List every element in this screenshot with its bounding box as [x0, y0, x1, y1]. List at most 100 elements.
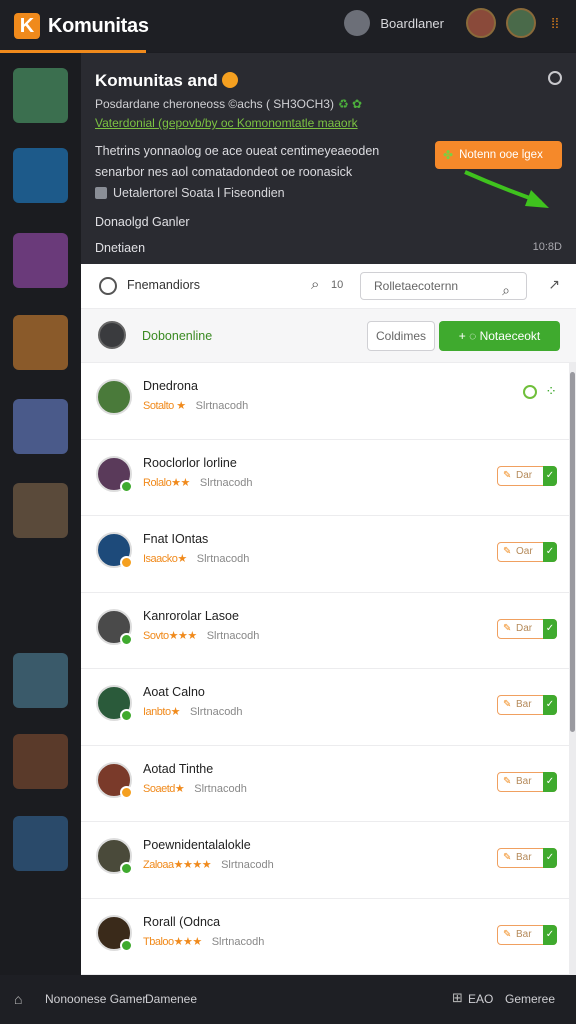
hero-footer-value: 10:8D [532, 241, 562, 253]
list-item[interactable]: Kanrorolar Lasoe Sovto★★★ Slrtnacodh ✎ Dar ✓ [81, 593, 569, 669]
check-icon[interactable]: ✓ [543, 771, 557, 792]
edit-button[interactable]: ✎ Dar ✓ [497, 618, 557, 639]
bottom-bar: ⌂ Nonoonese Gamer Damenee ⊞ EAO Gemeree [0, 975, 576, 1024]
hero-title: Komunitas and [95, 71, 238, 91]
member-meta: Zaloaa★★★★ Slrtnacodh [143, 858, 274, 871]
bottom-link-secondary[interactable]: Damenee [145, 992, 197, 1006]
plus-icon: + [458, 329, 470, 343]
top-bar: K Komunitas Boardlaner ⁞⁞ [0, 0, 576, 52]
pencil-icon: ✎ [503, 852, 512, 863]
search-input[interactable]: Rolletaecoternn ⌕ [360, 272, 527, 300]
edit-button[interactable]: ✎ Oar ✓ [497, 542, 557, 562]
list-item[interactable]: Rorall (Odnca Tbaloo★★★ Slrtnacodh ✎ Bar ✓ [81, 899, 569, 975]
user-name[interactable]: Boardlaner [380, 16, 444, 31]
user-icon[interactable] [344, 10, 371, 36]
avatar-thumb-6[interactable] [13, 483, 68, 538]
check-icon[interactable]: ✓ [543, 465, 557, 486]
avatar-thumb-2[interactable] [13, 148, 68, 203]
search-icon[interactable]: ⌕ [502, 277, 510, 303]
list-item[interactable]: Aoat Calno Ianbto★ Slrtnacodh ✎ Bar ✓ [81, 669, 569, 746]
avatar-thumb-8[interactable] [13, 734, 68, 789]
primary-button-label: Notaeceokt [479, 329, 541, 343]
member-name: Rorall (Odnca [143, 914, 221, 929]
filter-icon[interactable] [99, 277, 117, 295]
bottom-link-general[interactable]: Gemeree [505, 992, 555, 1006]
list-item[interactable]: Fnat IOntas Isaacko★ Slrtnacodh ✎ Oar ✓ [81, 516, 569, 593]
avatar[interactable] [466, 8, 496, 38]
edit-button[interactable]: ✎ Bar ✓ [497, 924, 557, 945]
edit-button-label: Bar [516, 928, 532, 940]
hero-section-label: Donaolgd Ganler [95, 215, 190, 229]
pencil-icon: ✎ [503, 469, 512, 481]
bottom-link-game[interactable]: Nonoonese Gamer [45, 992, 146, 1006]
avatar[interactable] [506, 8, 536, 38]
scrollbar-thumb[interactable] [570, 372, 575, 732]
pencil-icon: ✎ [503, 622, 512, 634]
edit-button[interactable]: ✎ Bar ✓ [497, 848, 557, 868]
member-status-text: Slrtnacodh [221, 859, 274, 871]
secondary-button[interactable]: Coldimes [367, 321, 435, 351]
cta-label: Notenn ooe lgex [459, 149, 543, 161]
hero-footer-label: Dnetiaen [95, 241, 146, 255]
circle-icon[interactable] [523, 384, 538, 399]
check-icon[interactable]: ✓ [543, 542, 557, 562]
avatar-thumb-3[interactable] [13, 233, 68, 288]
hero-panel: Komunitas and Posdardane cheroneoss ©ach… [81, 53, 576, 264]
search-icon[interactable]: ⌕ [311, 276, 319, 293]
menu-icon[interactable]: ⁞⁞ [546, 14, 564, 32]
status-label: Dobonenline [142, 329, 213, 343]
check-icon[interactable]: ✓ [543, 618, 557, 639]
list-item[interactable]: Poewnidentalalokle Zaloaa★★★★ Slrtnacodh ✎ B… [81, 822, 569, 899]
avatar-thumb-7[interactable] [13, 653, 68, 708]
rating-stars: Ianbto★ [143, 706, 180, 718]
member-name: Poewnidentalalokle [143, 838, 251, 852]
edit-button-label: Bar [516, 852, 532, 863]
rating-stars: Tbaloo★★★ [143, 935, 202, 948]
check-icon[interactable]: ✓ [543, 848, 557, 868]
grid-icon[interactable]: ⁘ [545, 383, 557, 400]
member-list: Dnedrona Sotalto ★ Slrtnacodh ⁘ Rooclorlor l… [81, 363, 569, 975]
edit-button[interactable]: ✎ Dar ✓ [497, 465, 557, 486]
check-icon[interactable]: ✓ [543, 695, 557, 715]
member-meta: Rolalo★★ Slrtnacodh [143, 476, 253, 489]
member-meta: Sovto★★★ Slrtnacodh [143, 629, 259, 642]
list-item[interactable]: Rooclorlor lorline Rolalo★★ Slrtnacodh ✎ Dar… [81, 440, 569, 516]
grid-icon[interactable]: ⊞ [452, 990, 463, 1006]
cta-button[interactable]: ✤ Notenn ooe lgex [435, 141, 562, 169]
hero-link[interactable]: Vaterdonial (gepovb/by oc Komonomtatle m… [95, 116, 358, 130]
primary-button[interactable]: + ◌ Notaeceokt [439, 321, 560, 351]
edit-button[interactable]: ✎ Bar ✓ [497, 695, 557, 715]
home-icon[interactable]: ⌂ [14, 991, 22, 1007]
sparkle-icon: ✤ [443, 148, 454, 162]
app-logo[interactable]: K [14, 13, 40, 39]
checkbox-icon[interactable] [95, 187, 107, 199]
edit-button-label: Bar [516, 699, 532, 710]
avatar[interactable] [96, 379, 132, 415]
list-item[interactable]: Aotad Tinthe Soaetd★ Slrtnacodh ✎ Bar ✓ [81, 746, 569, 822]
list-item[interactable]: Dnedrona Sotalto ★ Slrtnacodh ⁘ [81, 363, 569, 440]
edit-button-label: Dar [516, 622, 533, 634]
check-icon[interactable]: ✓ [543, 924, 557, 945]
avatar[interactable] [98, 321, 126, 349]
edit-button[interactable]: ✎ Bar ✓ [497, 771, 557, 792]
avatar-thumb-5[interactable] [13, 399, 68, 454]
filter-row: Fnemandiors ⌕ 10 Rolletaecoternn ⌕ ↗ [81, 264, 576, 309]
edit-button-label: Bar [516, 775, 532, 787]
avatar-thumb-9[interactable] [13, 816, 68, 871]
member-meta: Sotalto ★ Slrtnacodh [143, 399, 248, 412]
online-badge [120, 632, 133, 646]
rating-stars: Soaetd★ [143, 782, 185, 795]
avatar-thumb-4[interactable] [13, 315, 68, 370]
close-icon[interactable] [548, 71, 562, 85]
hero-checkbox[interactable]: Uetalertorel Soata l Fiseondien [95, 186, 285, 200]
member-meta: Isaacko★ Slrtnacodh [143, 552, 249, 565]
online-badge [120, 938, 133, 952]
online-badge [120, 785, 133, 799]
status-row: Dobonenline Coldimes + ◌ Notaeceokt [81, 309, 576, 363]
edit-button-label: Dar [516, 469, 533, 481]
member-status-text: Slrtnacodh [189, 706, 243, 718]
member-status-text: Slrtnacodh [206, 629, 260, 642]
expand-icon[interactable]: ↗ [548, 276, 560, 293]
avatar-thumb-1[interactable] [13, 68, 68, 123]
pencil-icon: ✎ [503, 546, 512, 557]
